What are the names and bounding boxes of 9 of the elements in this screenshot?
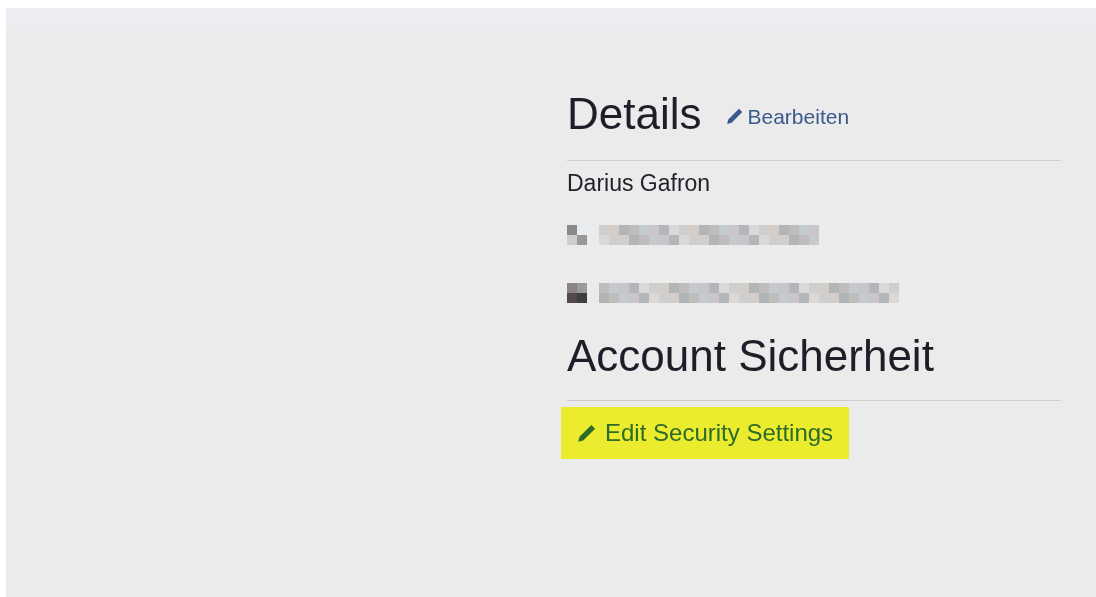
edit-link[interactable]: Bearbeiten [725, 100, 850, 132]
contact-name: Darius Gafron [567, 169, 712, 198]
pixelated-icon [567, 224, 587, 245]
section-title: Details [567, 88, 702, 140]
pixelated-icon [567, 282, 587, 303]
pencil-icon [725, 107, 744, 126]
pencil-icon [577, 422, 597, 443]
section-title: Account Sicherheit [567, 329, 935, 382]
edit-security-link[interactable]: Edit Security Settings [561, 406, 850, 459]
